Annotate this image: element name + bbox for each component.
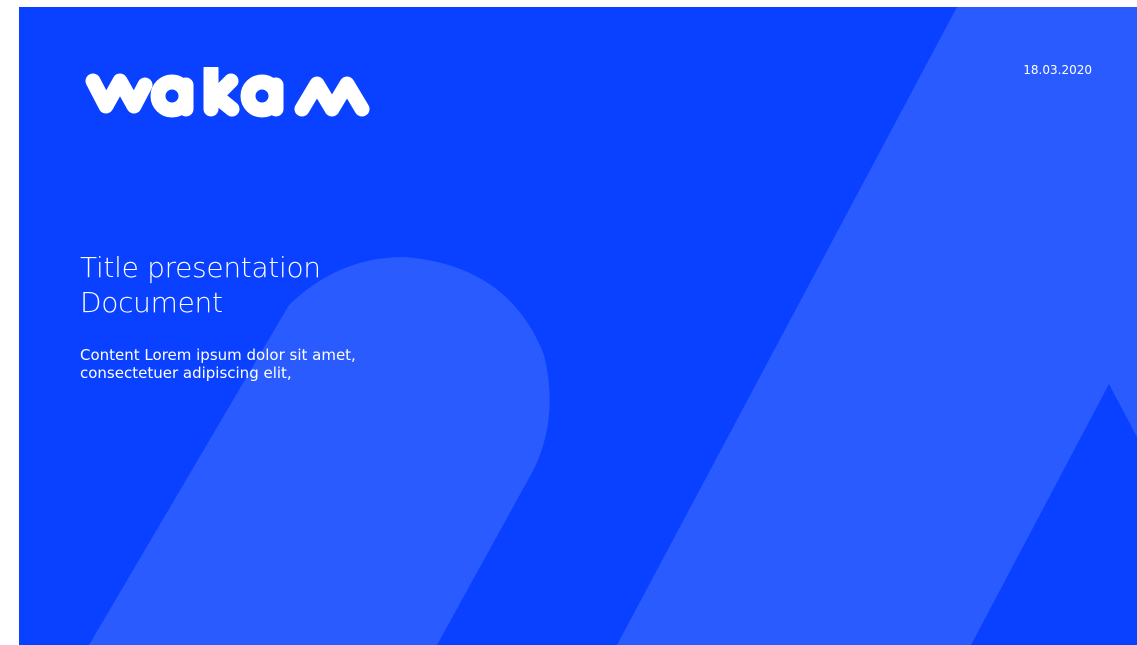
presentation-canvas: wakam 18.03.2020 Title presentation Docu…: [0, 0, 1137, 645]
logo-letter-m: [294, 76, 370, 117]
logo-letter-k: [203, 67, 240, 117]
wakam-logo: wakam: [85, 67, 370, 118]
slide-content: Content Lorem ipsum dolor sit amet, cons…: [80, 346, 356, 382]
slide-title: Title presentation Document: [80, 250, 321, 320]
slide-title-line-2: Document: [80, 286, 223, 319]
slide-content-line-1: Content Lorem ipsum dolor sit amet,: [80, 346, 356, 364]
slide-title-line-1: Title presentation: [80, 251, 321, 284]
logo-letter-w: [85, 73, 153, 114]
slide-date: 18.03.2020: [1023, 63, 1092, 77]
slide-content-line-2: consectetuer adipiscing elit,: [80, 364, 292, 382]
title-slide: wakam 18.03.2020 Title presentation Docu…: [19, 7, 1137, 645]
